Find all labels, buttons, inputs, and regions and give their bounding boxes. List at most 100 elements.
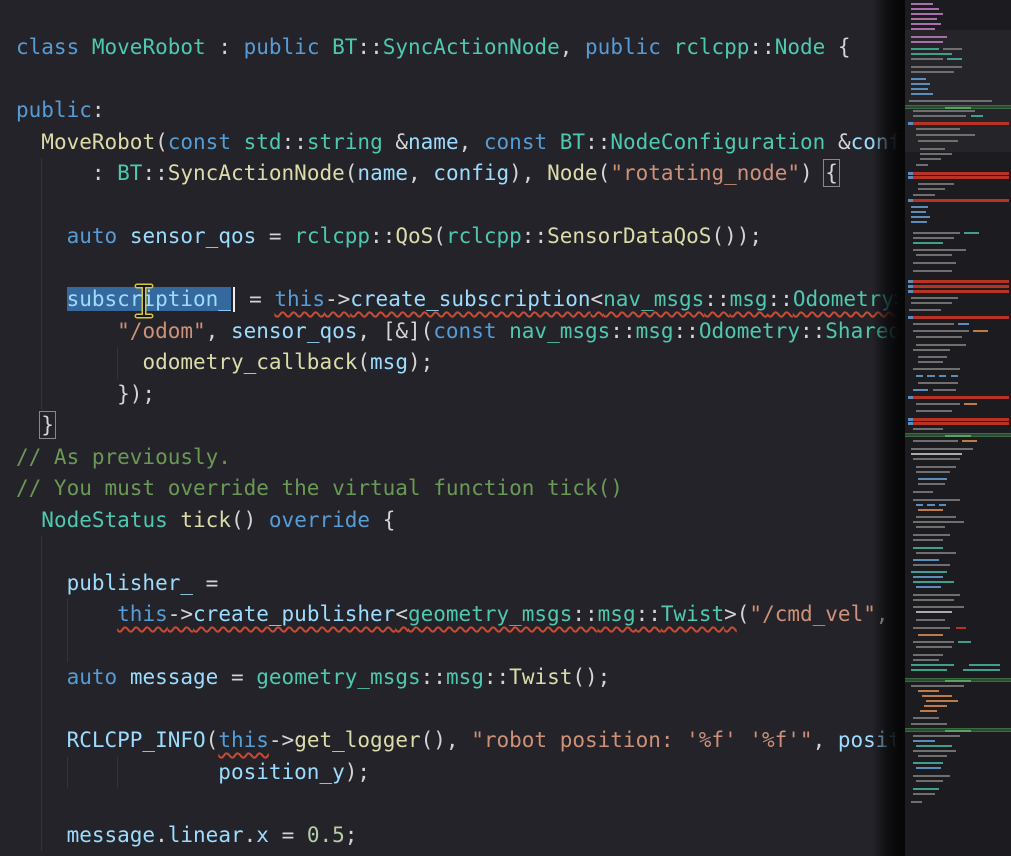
code-line[interactable]: publisher_ = [0, 568, 905, 600]
code-token: linear [168, 823, 244, 847]
text-caret [233, 287, 236, 312]
minimap-row [958, 323, 969, 325]
code-line[interactable] [0, 253, 905, 285]
minimap-row [913, 581, 953, 583]
code-token: rclcpp [446, 224, 522, 248]
indent-guide [41, 253, 42, 285]
code-token: :: [421, 665, 446, 689]
minimap-row [913, 717, 938, 719]
code-token: msg [446, 665, 484, 689]
code-token: ); [345, 760, 370, 784]
code-line[interactable]: NodeStatus tick() override { [0, 505, 905, 537]
minimap-row [916, 403, 961, 405]
code-line[interactable]: odometry_callback(msg); [0, 347, 905, 379]
code-token: ( [155, 130, 168, 154]
minimap-row [916, 586, 941, 588]
code-token: this [117, 602, 168, 626]
code-token: const [168, 130, 231, 154]
code-line[interactable]: class MoveRobot : public BT::SyncActionN… [0, 32, 905, 64]
code-line[interactable] [0, 190, 905, 222]
minimap-row [911, 58, 943, 60]
code-line[interactable]: MoveRobot(const std::string &name, const… [0, 127, 905, 159]
code-token: = [193, 571, 218, 595]
minimap-row [916, 646, 952, 648]
minimap-row [913, 323, 953, 325]
minimap-row [913, 194, 934, 196]
code-line[interactable] [0, 536, 905, 568]
code-token [16, 665, 67, 689]
code-token: Node [775, 35, 826, 59]
minimap-highlight-band [905, 678, 1011, 682]
minimap-row [913, 539, 943, 541]
code-token: class [16, 35, 79, 59]
code-token: public [244, 35, 320, 59]
code-token: Twist [661, 602, 724, 626]
minimap-row [913, 659, 938, 661]
code-line[interactable]: this->create_publisher<geometry_msgs::ms… [0, 599, 905, 631]
minimap-error-bar [913, 172, 1008, 175]
code-line[interactable] [0, 631, 905, 663]
code-token: & [825, 130, 850, 154]
code-line[interactable] [0, 788, 905, 820]
minimap-row [911, 93, 932, 95]
code-token: , [813, 728, 838, 752]
code-token: x [256, 823, 269, 847]
code-token: SyncActionNode [383, 35, 560, 59]
minimap-row [911, 669, 947, 671]
code-token: = [256, 224, 294, 248]
code-line[interactable]: auto sensor_qos = rclcpp::QoS(rclcpp::Se… [0, 221, 905, 253]
code-token: const [433, 319, 496, 343]
code-token [16, 287, 67, 311]
minimap-row [916, 611, 952, 613]
code-line[interactable]: } [0, 410, 905, 442]
code-token: "robot position: '%f' '%f'" [471, 728, 812, 752]
minimap-row [913, 249, 966, 251]
minimap-row [913, 262, 955, 264]
code-line[interactable]: // As previously. [0, 442, 905, 474]
code-token: nav_msgs [603, 287, 704, 311]
code-line[interactable]: "/odom", sensor_qos, [&](const nav_msgs:… [0, 316, 905, 348]
code-line-text: // As previously. [0, 442, 231, 474]
code-line-text: public: [0, 95, 105, 127]
code-token: -> [168, 602, 193, 626]
code-token [16, 319, 117, 343]
code-line[interactable]: RCLCPP_INFO(this->get_logger(), "robot p… [0, 725, 905, 757]
minimap-error-bar [913, 176, 1008, 179]
code-token: ; [345, 823, 358, 847]
code-line[interactable] [0, 694, 905, 726]
minimap-row [913, 428, 943, 430]
code-line[interactable]: // You must override the virtual functio… [0, 473, 905, 505]
code-token: public [585, 35, 661, 59]
minimap-error-bar [913, 396, 1008, 399]
minimap-row [913, 627, 949, 629]
minimap-row [962, 440, 977, 442]
code-line[interactable]: public: [0, 95, 905, 127]
code-line[interactable]: position_y); [0, 757, 905, 789]
minimap-row [911, 8, 939, 10]
code-token: :: [522, 224, 547, 248]
code-token: { [825, 35, 850, 59]
minimap-row [913, 491, 932, 493]
minimap-row [911, 71, 953, 73]
minimap-row [913, 641, 953, 643]
minimap-row [913, 735, 960, 737]
code-line[interactable]: : BT::SyncActionNode(name, config), Node… [0, 158, 905, 190]
code-token [117, 224, 130, 248]
code-token: < [590, 287, 603, 311]
minimap-row [911, 28, 934, 30]
minimap-row [916, 134, 975, 136]
code-token: sensor_qos [130, 224, 256, 248]
minimap[interactable] [905, 0, 1011, 856]
code-line[interactable] [0, 64, 905, 96]
minimap-row [911, 221, 927, 223]
code-line[interactable]: auto message = geometry_msgs::msg::Twist… [0, 662, 905, 694]
code-token: . [155, 823, 168, 847]
code-line[interactable]: }); [0, 379, 905, 411]
code-token: override [269, 508, 370, 532]
code-line[interactable]: message.linear.x = 0.5; [0, 820, 905, 852]
code-token: , [206, 319, 231, 343]
code-editor[interactable]: class MoveRobot : public BT::SyncActionN… [0, 0, 905, 856]
code-token: :: [749, 35, 774, 59]
code-token: :: [357, 35, 382, 59]
minimap-row [911, 48, 939, 50]
